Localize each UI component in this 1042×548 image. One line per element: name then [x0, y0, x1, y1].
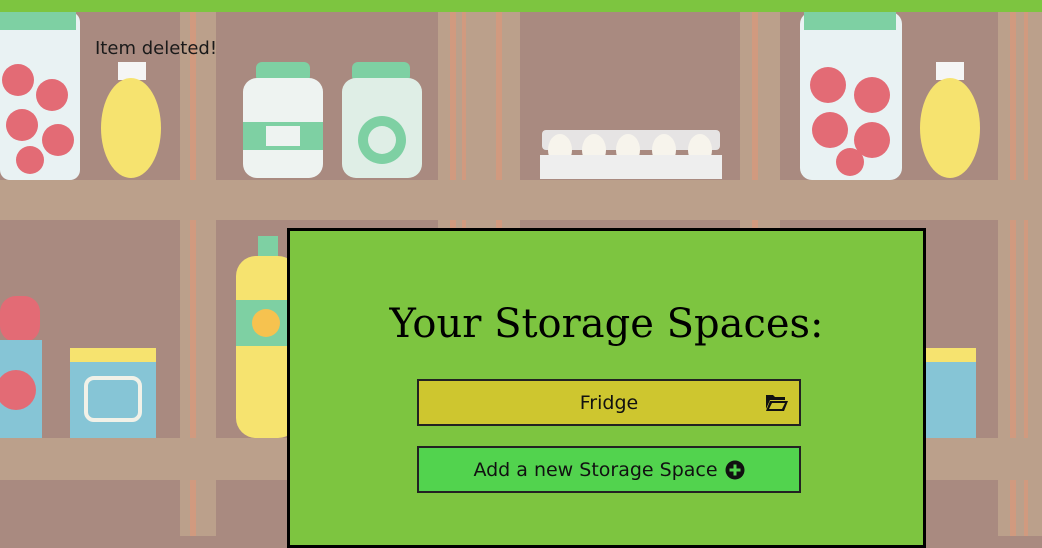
delete-notification: Item deleted! — [95, 38, 218, 59]
storage-space-fridge-button[interactable]: Fridge — [417, 379, 801, 426]
storage-spaces-panel: Your Storage Spaces: Fridge Add a new St… — [287, 228, 926, 548]
page-title: Your Storage Spaces: — [389, 301, 824, 347]
add-storage-space-button[interactable]: Add a new Storage Space — [417, 446, 801, 493]
top-bar — [0, 0, 1042, 12]
plus-circle-icon — [725, 460, 745, 479]
add-storage-space-label: Add a new Storage Space — [473, 458, 718, 481]
folder-open-icon — [766, 395, 788, 411]
storage-space-label: Fridge — [579, 391, 639, 414]
